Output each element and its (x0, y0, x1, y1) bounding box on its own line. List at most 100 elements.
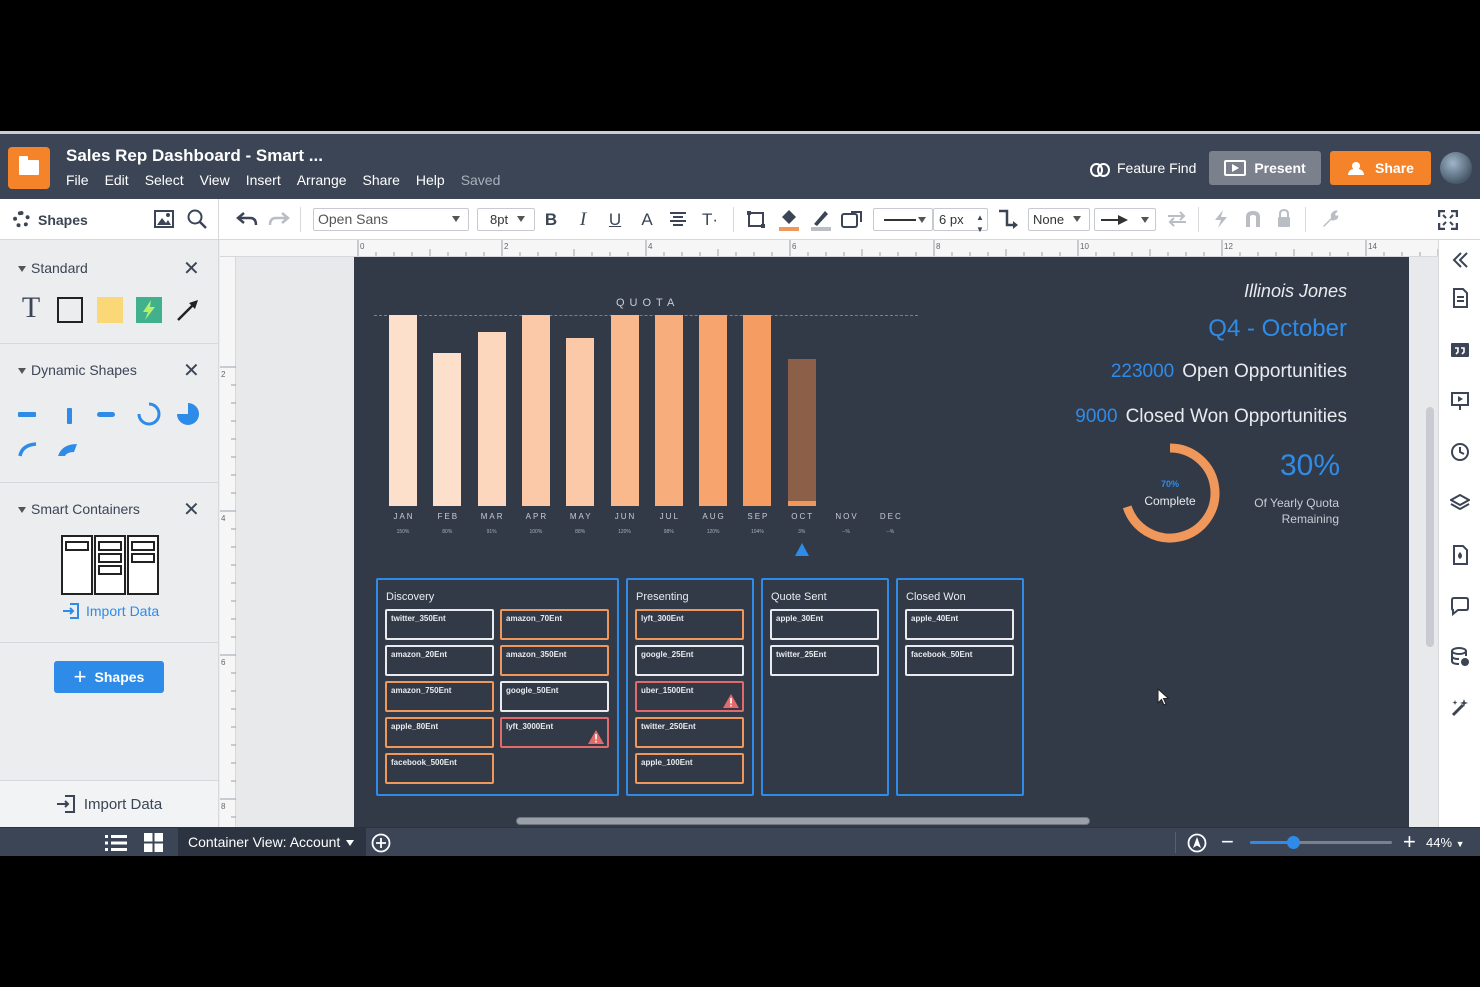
smart-container-icon[interactable] (61, 535, 159, 595)
opportunity-card[interactable]: google_25Ent (635, 645, 744, 676)
gear-icon[interactable] (13, 211, 30, 228)
stepper-icon[interactable]: ▲ ▼ (975, 212, 985, 236)
presentation-icon[interactable] (1450, 391, 1470, 411)
opportunity-card[interactable]: amazon_70Ent (500, 609, 609, 640)
bar-jul[interactable] (654, 315, 683, 506)
line-end-select[interactable] (1094, 208, 1156, 231)
arc-icon[interactable] (18, 442, 40, 458)
rectangle-shape-icon[interactable] (57, 297, 83, 323)
add-page-icon[interactable] (371, 833, 391, 853)
present-button[interactable]: Present (1209, 151, 1321, 185)
opportunity-card[interactable]: amazon_750Ent (385, 681, 494, 712)
close-icon[interactable]: ✕ (183, 256, 200, 281)
shape-border-icon[interactable] (746, 210, 766, 229)
zoom-in-icon[interactable]: + (1403, 829, 1416, 855)
arrow-shape-icon[interactable] (176, 298, 200, 322)
align-center-icon[interactable] (669, 211, 687, 227)
close-icon[interactable]: ✕ (183, 497, 200, 522)
feature-find-button[interactable]: Feature Find (1090, 160, 1196, 177)
pipeline-stage-quote-sent[interactable]: Quote Sent apple_30Ent twitter_25Ent (761, 578, 889, 796)
horizontal-scrollbar[interactable] (516, 817, 1090, 825)
list-view-icon[interactable] (105, 834, 127, 852)
font-size-select[interactable]: 8pt (477, 208, 535, 231)
underline-icon[interactable]: U (606, 199, 624, 240)
menu-share[interactable]: Share (363, 172, 400, 188)
bar-mar[interactable] (477, 332, 506, 506)
bar-apr[interactable] (521, 315, 550, 506)
menu-insert[interactable]: Insert (246, 172, 281, 188)
menu-select[interactable]: Select (145, 172, 184, 188)
opportunity-card[interactable]: facebook_50Ent (905, 645, 1014, 676)
rounded-bar-icon[interactable] (97, 412, 115, 417)
opportunity-card[interactable]: amazon_350Ent (500, 645, 609, 676)
open-opportunities[interactable]: 223000 Open Opportunities (1111, 361, 1347, 383)
rep-name[interactable]: Illinois Jones (1244, 281, 1347, 302)
lock-icon[interactable] (1276, 208, 1292, 228)
completion-donut[interactable] (1118, 441, 1222, 545)
share-button[interactable]: Share (1330, 151, 1431, 185)
action-shape-icon[interactable] (136, 297, 162, 323)
history-icon[interactable] (1450, 442, 1470, 462)
font-family-select[interactable]: Open Sans (313, 208, 469, 231)
image-icon[interactable] (154, 210, 174, 228)
opportunity-card[interactable]: lyft_300Ent (635, 609, 744, 640)
app-logo[interactable] (8, 147, 50, 189)
bar-jun[interactable] (610, 315, 639, 506)
horizontal-bar-icon[interactable] (18, 412, 36, 417)
opportunity-card[interactable]: facebook_500Ent (385, 753, 494, 784)
vertical-bar-icon[interactable] (67, 408, 72, 424)
navigate-icon[interactable] (1187, 833, 1207, 853)
shape-effects-icon[interactable] (841, 209, 863, 229)
menu-edit[interactable]: Edit (105, 172, 129, 188)
fill-color-icon[interactable] (778, 208, 800, 232)
opportunity-card[interactable]: apple_100Ent (635, 753, 744, 784)
document-title[interactable]: Sales Rep Dashboard - Smart ... (66, 146, 323, 166)
zoom-out-icon[interactable]: − (1221, 829, 1234, 855)
import-data-link[interactable]: Import Data (62, 603, 159, 619)
pipeline-stage-discovery[interactable]: Discovery twitter_350Ent amazon_70Ent amazo… (376, 578, 619, 796)
close-icon[interactable]: ✕ (183, 358, 200, 383)
container-view-select[interactable]: Container View: Account (178, 828, 367, 856)
add-shapes-button[interactable]: + Shapes (54, 661, 164, 693)
closed-opportunities[interactable]: 9000 Closed Won Opportunities (1075, 406, 1347, 428)
menu-file[interactable]: File (66, 172, 89, 188)
menu-arrange[interactable]: Arrange (297, 172, 347, 188)
bold-icon[interactable]: B (542, 199, 560, 240)
opportunity-card[interactable]: apple_40Ent (905, 609, 1014, 640)
opportunity-card[interactable]: amazon_20Ent (385, 645, 494, 676)
quarter-label[interactable]: Q4 - October (1208, 315, 1347, 343)
wedge-icon[interactable] (57, 442, 79, 458)
canvas[interactable]: QUOTA JAN 150% FEB 80% MAR 91% APR 100% MAY 88% JU… (236, 257, 1438, 827)
bar-may[interactable] (566, 337, 595, 506)
sticky-note-icon[interactable] (97, 297, 123, 323)
opportunity-card[interactable]: twitter_250Ent (635, 717, 744, 748)
section-containers-header[interactable]: Smart Containers (18, 501, 140, 517)
pipeline-stage-presenting[interactable]: Presenting lyft_300Ent google_25Ent uber_15… (626, 578, 754, 796)
vertical-scrollbar[interactable] (1426, 407, 1434, 647)
lightning-icon[interactable] (1213, 209, 1229, 229)
opportunity-card[interactable]: apple_30Ent (770, 609, 879, 640)
import-data-footer[interactable]: Import Data (0, 780, 218, 827)
dashboard-page[interactable]: QUOTA JAN 150% FEB 80% MAR 91% APR 100% MAY 88% JU… (354, 257, 1409, 827)
quote-icon[interactable] (1450, 340, 1470, 360)
opportunity-card[interactable]: twitter_350Ent (385, 609, 494, 640)
menu-help[interactable]: Help (416, 172, 445, 188)
bar-chart[interactable] (389, 315, 909, 506)
zoom-slider[interactable] (1250, 836, 1392, 849)
section-dynamic-header[interactable]: Dynamic Shapes (18, 362, 137, 378)
swap-icon[interactable] (1166, 211, 1188, 227)
magic-wand-icon[interactable] (1450, 698, 1470, 718)
page-icon[interactable] (1450, 288, 1470, 308)
pie-icon[interactable] (176, 402, 200, 426)
zoom-level[interactable]: 44% ▼ (1426, 835, 1465, 850)
bar-jan[interactable] (389, 315, 417, 506)
undo-icon[interactable] (236, 211, 258, 227)
layers-icon[interactable] (1450, 493, 1470, 513)
line-style-select[interactable] (873, 208, 933, 231)
text-shape-icon[interactable]: T (18, 290, 44, 326)
remaining-percent[interactable]: 30% (1280, 449, 1340, 483)
collapse-icon[interactable] (1450, 250, 1470, 270)
opportunity-card[interactable]: lyft_3000Ent (500, 717, 609, 748)
bar-oct[interactable] (787, 358, 816, 506)
section-standard-header[interactable]: Standard (18, 260, 88, 276)
